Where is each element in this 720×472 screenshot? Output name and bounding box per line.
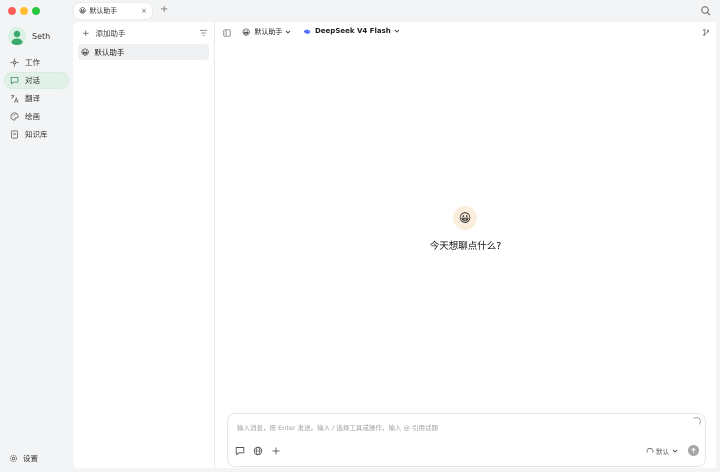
add-assistant-label: 添加助手 bbox=[95, 29, 126, 38]
nav-item-paint[interactable]: 绘画 bbox=[4, 108, 69, 125]
thinking-mode-selector[interactable]: 默认 bbox=[646, 446, 678, 456]
thinking-mode-label: 默认 bbox=[656, 448, 669, 456]
nav-item-chat[interactable]: 对话 bbox=[4, 72, 69, 89]
nav-label: 对话 bbox=[25, 76, 40, 85]
tab-label: 默认助手 bbox=[89, 7, 118, 15]
nav-label: 知识库 bbox=[25, 130, 48, 139]
nav-item-translate[interactable]: 翻译 bbox=[4, 90, 69, 107]
sidebar-toggle-icon[interactable] bbox=[223, 29, 231, 37]
title-bar: 😀 默认助手 × + bbox=[0, 0, 720, 22]
work-icon bbox=[10, 58, 19, 67]
chevron-down-icon bbox=[286, 30, 291, 34]
loading-spinner-icon bbox=[692, 417, 701, 426]
globe-icon[interactable] bbox=[253, 446, 263, 456]
filter-icon[interactable] bbox=[199, 29, 208, 37]
user-profile[interactable]: Seth bbox=[8, 27, 50, 45]
chat-header: 😀 默认助手 DeepSeek V4 Flash bbox=[215, 22, 716, 44]
assistant-label: 默认助手 bbox=[94, 47, 125, 57]
welcome-emoji-icon: 😀 bbox=[453, 206, 477, 230]
minimize-window-button[interactable] bbox=[20, 7, 28, 15]
book-icon bbox=[10, 130, 19, 139]
assistant-selector-label: 默认助手 bbox=[254, 28, 283, 36]
nav-label: 翻译 bbox=[25, 94, 40, 103]
assistant-item-default[interactable]: 😀 默认助手 bbox=[78, 44, 209, 60]
assistant-emoji-icon: 😀 bbox=[242, 27, 251, 37]
settings-button[interactable]: 设置 bbox=[9, 453, 38, 464]
model-selector[interactable]: DeepSeek V4 Flash bbox=[303, 27, 400, 35]
tab-default-assistant[interactable]: 😀 默认助手 × bbox=[74, 3, 152, 19]
assistant-panel: + 添加助手 😀 默认助手 bbox=[73, 22, 214, 468]
left-nav: Seth 工作 对话 翻译 绘画 知识库 设置 bbox=[0, 22, 73, 472]
user-name: Seth bbox=[32, 31, 51, 41]
new-tab-button[interactable]: + bbox=[160, 4, 168, 15]
chat-bubble-icon bbox=[10, 76, 19, 85]
nav-item-knowledge[interactable]: 知识库 bbox=[4, 126, 69, 143]
assistant-emoji-icon: 😀 bbox=[81, 47, 90, 57]
nav-item-work[interactable]: 工作 bbox=[4, 54, 69, 71]
plus-icon[interactable] bbox=[271, 446, 281, 456]
new-topic-icon[interactable] bbox=[235, 446, 245, 456]
welcome-emoji: 😀 bbox=[458, 211, 472, 225]
arrow-up-icon bbox=[691, 447, 696, 453]
welcome-text: 今天想聊点什么? bbox=[429, 241, 502, 252]
translate-icon bbox=[10, 94, 19, 103]
tab-emoji-icon: 😀 bbox=[79, 7, 87, 15]
chevron-down-icon bbox=[394, 29, 400, 33]
message-input[interactable]: 输入消息，按 Enter 发送。输入 / 选择工具或操作，输入 @ 引用话题 bbox=[237, 422, 438, 432]
close-window-button[interactable] bbox=[8, 7, 16, 15]
nav-label: 工作 bbox=[25, 58, 40, 67]
add-assistant-button[interactable]: + 添加助手 bbox=[82, 28, 126, 39]
chat-area: 😀 默认助手 DeepSeek V4 Flash 😀 今天想聊点什么? 输入消息… bbox=[214, 22, 716, 468]
assistant-selector[interactable]: 😀 默认助手 bbox=[242, 27, 291, 37]
chevron-down-icon bbox=[672, 449, 678, 453]
tab-close-icon[interactable]: × bbox=[141, 7, 147, 15]
avatar bbox=[8, 27, 26, 45]
model-label: DeepSeek V4 Flash bbox=[315, 27, 391, 35]
settings-label: 设置 bbox=[23, 454, 38, 463]
palette-icon bbox=[10, 112, 19, 121]
search-icon[interactable] bbox=[700, 5, 712, 17]
deepseek-whale-icon bbox=[303, 29, 311, 34]
gauge-icon bbox=[646, 448, 654, 453]
message-composer[interactable]: 输入消息，按 Enter 发送。输入 / 选择工具或操作，输入 @ 引用话题 默… bbox=[227, 413, 706, 467]
send-button[interactable] bbox=[688, 445, 699, 456]
branch-icon[interactable] bbox=[702, 28, 710, 37]
maximize-window-button[interactable] bbox=[32, 7, 40, 15]
nav-label: 绘画 bbox=[25, 112, 40, 121]
gear-icon bbox=[9, 454, 18, 463]
app-window: 😀 默认助手 × + Seth 工作 对话 翻译 绘画 知识库 设置 + 添加助… bbox=[0, 0, 720, 472]
plus-icon: + bbox=[82, 28, 90, 39]
